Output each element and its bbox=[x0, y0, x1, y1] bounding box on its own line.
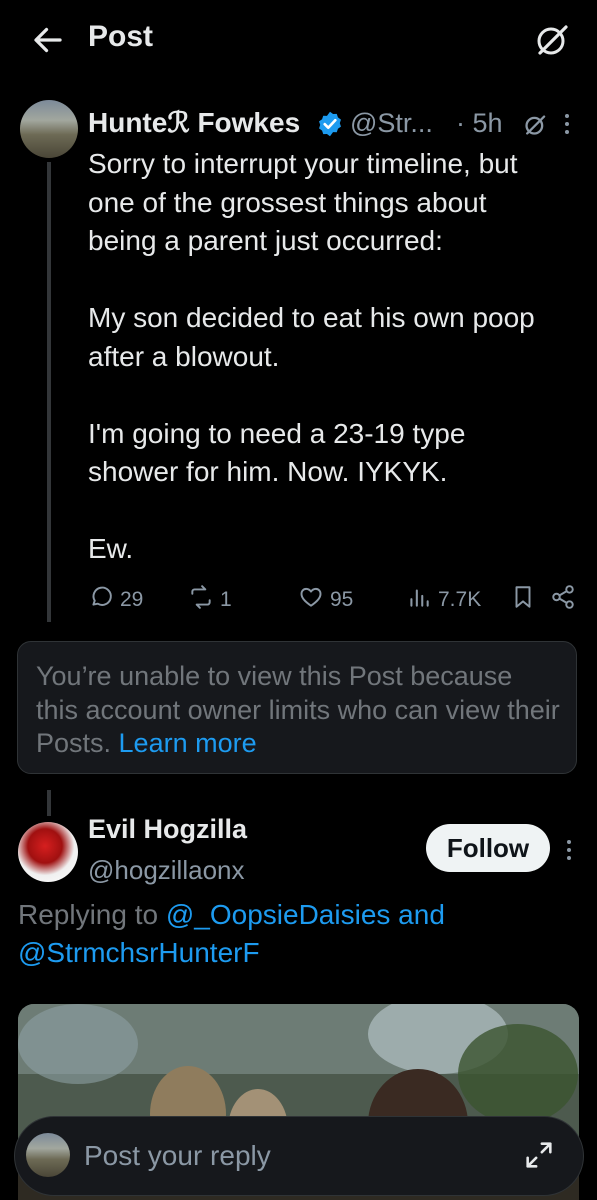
replying-conjunction: and bbox=[390, 899, 445, 930]
verified-badge-icon bbox=[316, 110, 344, 138]
views-icon bbox=[406, 584, 438, 616]
page-title: Post bbox=[88, 20, 154, 53]
expand-icon[interactable] bbox=[522, 1138, 556, 1172]
bookmark-button[interactable] bbox=[510, 583, 542, 617]
like-count: 95 bbox=[330, 588, 354, 611]
replying-prefix: Replying to bbox=[18, 899, 166, 930]
reply-button[interactable]: 29 bbox=[88, 583, 143, 617]
post-time[interactable]: · 5h bbox=[456, 108, 503, 139]
views-button[interactable]: 7.7K bbox=[406, 583, 481, 617]
bookmark-icon bbox=[510, 584, 542, 616]
reply-icon bbox=[88, 584, 120, 616]
current-user-avatar bbox=[26, 1133, 70, 1177]
reply-input[interactable] bbox=[82, 1130, 506, 1182]
grok-icon[interactable] bbox=[522, 112, 548, 138]
views-count: 7.7K bbox=[438, 588, 482, 611]
author-handle[interactable]: @Str... bbox=[350, 108, 433, 139]
post-actions: 29 1 95 7.7K bbox=[88, 583, 588, 617]
share-button[interactable] bbox=[550, 583, 582, 617]
share-icon bbox=[550, 584, 582, 616]
mention-link[interactable]: @StrmchsrHunterF bbox=[18, 937, 260, 968]
replying-to: Replying to @_OopsieDaisies and @Strmchsr… bbox=[18, 896, 578, 972]
repost-button[interactable]: 1 bbox=[188, 583, 232, 617]
author-avatar[interactable] bbox=[20, 100, 78, 158]
more-icon[interactable] bbox=[560, 110, 574, 138]
limited-post-text: You’re unable to view this Post because … bbox=[36, 660, 561, 761]
limited-notice-message: You’re unable to view this Post because … bbox=[36, 661, 560, 758]
grok-icon[interactable] bbox=[532, 20, 572, 60]
reply-author-name[interactable]: Evil Hogzilla bbox=[88, 814, 247, 845]
repost-icon bbox=[188, 584, 220, 616]
reply-author-handle[interactable]: @hogzillaonx bbox=[88, 855, 244, 886]
learn-more-link[interactable]: Learn more bbox=[119, 728, 257, 758]
reply-avatar[interactable] bbox=[18, 822, 78, 882]
post-body: Sorry to interrupt your timeline, but on… bbox=[88, 148, 535, 564]
like-button[interactable]: 95 bbox=[298, 583, 353, 617]
author-name[interactable]: Hunteℛ Fowkes bbox=[88, 106, 300, 139]
mention-link[interactable]: @_OopsieDaisies bbox=[166, 899, 391, 930]
like-icon bbox=[298, 584, 330, 616]
repost-count: 1 bbox=[220, 588, 232, 611]
more-icon[interactable] bbox=[562, 836, 576, 864]
reply-count: 29 bbox=[120, 588, 144, 611]
back-arrow-icon[interactable] bbox=[30, 22, 66, 58]
thread-line bbox=[47, 162, 51, 622]
thread-line bbox=[47, 790, 51, 816]
follow-button[interactable]: Follow bbox=[426, 824, 550, 872]
